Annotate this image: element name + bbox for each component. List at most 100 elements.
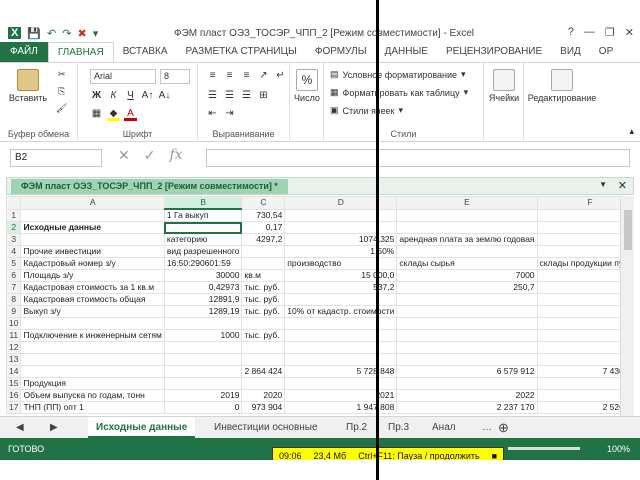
cell-e-11[interactable]	[396, 329, 538, 342]
cell-e-14[interactable]: 6 579 912	[396, 365, 538, 378]
italic-button[interactable]: К	[107, 89, 120, 103]
scroll-thumb[interactable]	[624, 210, 632, 250]
number-format-button[interactable]: % Число	[292, 69, 322, 103]
cell-a-14[interactable]	[20, 365, 165, 378]
cell-c-14[interactable]: 2 864 424	[241, 365, 286, 378]
cell-d-4[interactable]: 1,50%	[284, 245, 398, 258]
cell-b-5[interactable]: 16:50:290601:59	[163, 257, 243, 270]
editing-button[interactable]: Редактирование	[526, 69, 598, 103]
cell-c-9[interactable]: тыс. руб.	[241, 305, 286, 318]
font-color-icon[interactable]: A	[124, 107, 137, 121]
font-grow-icon[interactable]: A↑	[141, 89, 154, 103]
cell-f-12[interactable]	[536, 341, 620, 354]
cell-e-2[interactable]	[396, 221, 538, 234]
cell-d-1[interactable]	[284, 208, 398, 222]
tab-file[interactable]: ФАЙЛ	[0, 42, 48, 62]
cell-d-8[interactable]	[284, 293, 398, 306]
cell-d-10[interactable]	[284, 317, 398, 330]
cell-d-6[interactable]: 15 000,0	[284, 269, 398, 282]
cell-b-11[interactable]: 1000	[163, 329, 243, 342]
cell-b-17[interactable]: 0	[163, 401, 243, 414]
cell-d-12[interactable]	[284, 341, 398, 354]
row-header[interactable]: 3	[6, 233, 22, 246]
collapse-ribbon-icon[interactable]: ▴	[629, 126, 634, 137]
cell-c-13[interactable]	[241, 353, 286, 366]
cell-f-9[interactable]	[536, 305, 620, 318]
cell-a-17[interactable]: ТНП (ПП) опт 1	[20, 401, 165, 414]
row-header[interactable]: 11	[6, 329, 22, 342]
cell-c-10[interactable]	[241, 317, 286, 330]
row-header[interactable]: 2	[6, 221, 22, 234]
format-as-table-button[interactable]: ▦ Форматировать как таблицу ▾	[330, 87, 468, 98]
sheet-tab[interactable]: Анал	[424, 417, 464, 438]
cell-d-13[interactable]	[284, 353, 398, 366]
cell-c-2[interactable]: 0,17	[241, 221, 286, 234]
row-header[interactable]: 7	[6, 281, 22, 294]
cell-f-5[interactable]: склады продукции пустая	[536, 257, 620, 270]
cell-a-1[interactable]	[20, 208, 165, 222]
cell-b-3[interactable]: категорию	[163, 233, 243, 246]
help-button[interactable]: ?	[568, 26, 574, 39]
cell-c-5[interactable]	[241, 257, 286, 270]
copy-icon[interactable]: ⎘	[58, 86, 65, 97]
cell-f-16[interactable]: 2023	[536, 389, 620, 402]
cell-d-9[interactable]: 10% от кадастр. стоимости	[284, 305, 398, 318]
decrease-indent-icon[interactable]: ⇤	[206, 107, 219, 121]
cell-c-15[interactable]	[241, 377, 286, 390]
cell-c-6[interactable]: кв.м	[241, 269, 286, 282]
cell-b-16[interactable]: 2019	[163, 389, 243, 402]
cell-a-6[interactable]: Площадь з/у	[20, 269, 165, 282]
fill-color-icon[interactable]: ◆	[107, 107, 120, 121]
cell-c-8[interactable]: тыс. руб.	[241, 293, 286, 306]
cell-c-12[interactable]	[241, 341, 286, 354]
zoom-slider[interactable]	[508, 447, 580, 450]
cell-d-16[interactable]: 2021	[284, 389, 398, 402]
cell-a-4[interactable]: Прочие инвестиции	[20, 245, 165, 258]
column-header[interactable]: B	[163, 196, 243, 210]
row-header[interactable]: 17	[6, 401, 22, 414]
cell-e-12[interactable]	[396, 341, 538, 354]
cells-button[interactable]: Ячейки	[486, 69, 522, 103]
row-header[interactable]: 10	[6, 317, 22, 330]
cell-e-13[interactable]	[396, 353, 538, 366]
cell-f-1[interactable]	[536, 208, 620, 222]
add-sheet-icon[interactable]: ⊕	[490, 417, 517, 438]
close-button[interactable]: ✕	[625, 26, 634, 39]
format-painter-icon[interactable]: 🖌	[56, 103, 67, 114]
cell-e-9[interactable]	[396, 305, 538, 318]
cell-b-13[interactable]	[163, 353, 243, 366]
cell-b-1[interactable]: 1 Га выкуп	[163, 208, 243, 222]
workbook-title[interactable]: ФЭМ пласт ОЭЗ_ТОСЭР_ЧПП_2 [Режим совмест…	[11, 179, 288, 194]
sheet-tab[interactable]: Инвестиции основные	[206, 417, 326, 438]
font-name-select[interactable]: Arial	[90, 69, 156, 84]
row-header[interactable]: 6	[6, 269, 22, 282]
align-middle-icon[interactable]: ≡	[223, 69, 236, 83]
align-bottom-icon[interactable]: ≡	[240, 69, 253, 83]
tab-insert[interactable]: ВСТАВКА	[114, 42, 177, 62]
align-top-icon[interactable]: ≡	[206, 69, 219, 83]
cell-f-3[interactable]	[536, 233, 620, 246]
cell-c-11[interactable]: тыс. руб.	[241, 329, 286, 342]
tab-formulas[interactable]: ФОРМУЛЫ	[306, 42, 376, 62]
formula-input[interactable]	[206, 149, 630, 167]
tab-page-layout[interactable]: РАЗМЕТКА СТРАНИЦЫ	[177, 42, 306, 62]
tab-view[interactable]: ВИД	[551, 42, 590, 62]
prev-sheet-icon[interactable]: ◀	[8, 417, 32, 438]
cell-e-4[interactable]	[396, 245, 538, 258]
cell-f-4[interactable]	[536, 245, 620, 258]
restore-button[interactable]: ❐	[605, 26, 615, 39]
tab-home[interactable]: ГЛАВНАЯ	[47, 42, 114, 62]
cut-icon[interactable]: ✂	[58, 69, 66, 80]
bold-button[interactable]: Ж	[90, 89, 103, 103]
cell-b-8[interactable]: 12891,9	[163, 293, 243, 306]
cell-e-5[interactable]: склады сырья	[396, 257, 538, 270]
row-header[interactable]: 4	[6, 245, 22, 258]
next-sheet-icon[interactable]: ▶	[42, 417, 66, 438]
underline-button[interactable]: Ч	[124, 89, 137, 103]
sheet-tab[interactable]: Пр.2	[338, 417, 375, 438]
cell-a-13[interactable]	[20, 353, 165, 366]
cell-f-10[interactable]	[536, 317, 620, 330]
cell-d-17[interactable]: 1 947 808	[284, 401, 398, 414]
borders-icon[interactable]: ▦	[90, 107, 103, 121]
orientation-icon[interactable]: ↗	[257, 69, 270, 83]
